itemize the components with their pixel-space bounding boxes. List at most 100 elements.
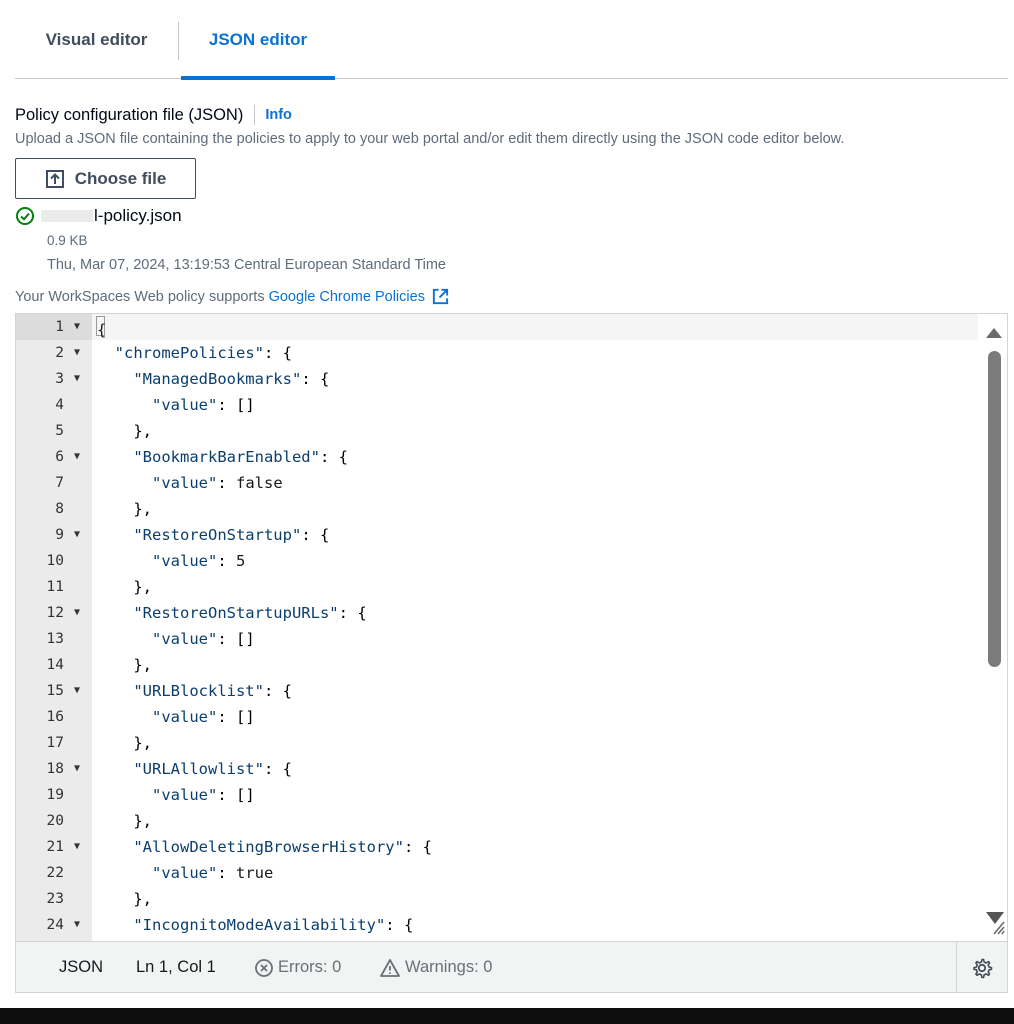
line-number-text: 1 bbox=[55, 319, 64, 335]
check-circle-icon bbox=[16, 207, 34, 225]
external-link-icon[interactable] bbox=[431, 287, 450, 306]
scroll-up-arrow-icon[interactable] bbox=[986, 328, 1002, 338]
code-line: }, bbox=[133, 656, 153, 674]
line-number: 24 ▼ bbox=[16, 912, 92, 938]
code-line: "RestoreOnStartup": { bbox=[133, 526, 330, 544]
line-number: 10 bbox=[16, 548, 92, 574]
line-number-text: 10 bbox=[46, 553, 64, 569]
file-size: 0.9 KB bbox=[47, 233, 88, 248]
line-number-text: 6 bbox=[55, 449, 64, 465]
fold-arrow-icon[interactable]: ▼ bbox=[74, 340, 80, 366]
code-line: "value": [] bbox=[152, 630, 255, 648]
line-number-text: 21 bbox=[46, 839, 64, 855]
fold-arrow-icon[interactable]: ▼ bbox=[74, 314, 80, 340]
resize-handle-icon[interactable] bbox=[984, 910, 1006, 936]
fold-arrow-icon[interactable]: ▼ bbox=[74, 678, 80, 704]
line-number: 17 bbox=[16, 730, 92, 756]
info-link[interactable]: Info bbox=[265, 107, 292, 123]
tab-visual-editor[interactable]: Visual editor bbox=[15, 0, 178, 79]
tab-divider bbox=[178, 22, 179, 60]
line-number: 6 ▼ bbox=[16, 444, 92, 470]
code-line: "value": [] bbox=[152, 396, 255, 414]
code-line: "ManagedBookmarks": { bbox=[133, 370, 330, 388]
code-area[interactable]: { "chromePolicies": { "ManagedBookmarks"… bbox=[92, 314, 978, 941]
status-warnings[interactable]: Warnings: 0 bbox=[379, 958, 492, 978]
code-line: "value": [] bbox=[152, 708, 255, 726]
code-line: }, bbox=[133, 500, 153, 518]
bracket-match-box: { bbox=[96, 316, 106, 339]
field-label: Policy configuration file (JSON) Info bbox=[15, 105, 292, 125]
active-line-highlight bbox=[92, 314, 978, 340]
code-line: }, bbox=[133, 578, 153, 596]
line-number-text: 23 bbox=[46, 891, 64, 907]
supports-text: Your WorkSpaces Web policy supports Goog… bbox=[15, 287, 450, 306]
line-number-text: 16 bbox=[46, 709, 64, 725]
line-number: 20 bbox=[16, 808, 92, 834]
code-line: "BookmarkBarEnabled": { bbox=[133, 448, 348, 466]
line-number-text: 2 bbox=[55, 345, 64, 361]
warning-triangle-icon bbox=[380, 958, 400, 977]
line-number-text: 3 bbox=[55, 371, 64, 387]
choose-file-label: Choose file bbox=[74, 168, 167, 188]
line-number: 4 bbox=[16, 392, 92, 418]
line-number: 15 ▼ bbox=[16, 678, 92, 704]
chrome-policies-link[interactable]: Google Chrome Policies bbox=[269, 289, 425, 305]
line-number: 22 bbox=[16, 860, 92, 886]
line-number-text: 15 bbox=[46, 683, 64, 699]
line-number-gutter: 1 ▼ 2 ▼ 3 ▼ 4 5 6 ▼ 7 8 9 ▼ 10 11 12 ▼ 13 14 15 ▼ 16 17 18 ▼ 19 20 2… bbox=[16, 314, 92, 941]
upload-icon bbox=[45, 169, 64, 188]
code-line: "IncognitoModeAvailability": { bbox=[133, 916, 414, 934]
line-number: 3 ▼ bbox=[16, 366, 92, 392]
line-number: 1 ▼ bbox=[16, 314, 92, 340]
line-number-text: 5 bbox=[55, 423, 64, 439]
fold-arrow-icon[interactable]: ▼ bbox=[74, 834, 80, 860]
code-line: }, bbox=[133, 812, 153, 830]
line-number: 2 ▼ bbox=[16, 340, 92, 366]
fold-arrow-icon[interactable]: ▼ bbox=[74, 444, 80, 470]
bottom-dark-strip bbox=[0, 1008, 1014, 1024]
fold-arrow-icon[interactable]: ▼ bbox=[74, 522, 80, 548]
fold-arrow-icon[interactable]: ▼ bbox=[74, 366, 80, 392]
code-line: "URLBlocklist": { bbox=[133, 682, 293, 700]
choose-file-button[interactable]: Choose file bbox=[15, 158, 196, 199]
file-token: l-policy.json bbox=[15, 206, 182, 226]
line-number: 9 ▼ bbox=[16, 522, 92, 548]
code-line: "value": [] bbox=[152, 786, 255, 804]
error-circle-icon bbox=[255, 958, 273, 977]
line-number: 21 ▼ bbox=[16, 834, 92, 860]
scroll-thumb[interactable] bbox=[988, 351, 1001, 667]
line-number-text: 14 bbox=[46, 657, 64, 673]
field-description: Upload a JSON file containing the polici… bbox=[15, 131, 845, 147]
line-number-text: 11 bbox=[46, 579, 64, 595]
code-line: }, bbox=[133, 422, 153, 440]
fold-arrow-icon[interactable]: ▼ bbox=[74, 912, 80, 938]
line-number: 8 bbox=[16, 496, 92, 522]
status-errors-label: Errors: 0 bbox=[278, 958, 342, 976]
line-number: 11 bbox=[16, 574, 92, 600]
line-number-text: 18 bbox=[46, 761, 64, 777]
line-number: 18 ▼ bbox=[16, 756, 92, 782]
line-number: 12 ▼ bbox=[16, 600, 92, 626]
line-number-text: 24 bbox=[46, 917, 64, 933]
line-number: 19 bbox=[16, 782, 92, 808]
editor-tabs: Visual editor JSON editor bbox=[15, 0, 1008, 80]
json-code-editor[interactable]: 1 ▼ 2 ▼ 3 ▼ 4 5 6 ▼ 7 8 9 ▼ 10 11 12 ▼ 13 14 15 ▼ 16 17 18 ▼ 19 20 2… bbox=[15, 313, 1008, 993]
tab-json-editor[interactable]: JSON editor bbox=[181, 0, 335, 80]
redacted-filename bbox=[41, 210, 93, 222]
code-line: "value": false bbox=[152, 474, 283, 492]
code-line: "RestoreOnStartupURLs": { bbox=[133, 604, 367, 622]
status-language: JSON bbox=[59, 958, 104, 976]
vertical-scrollbar[interactable] bbox=[979, 314, 1007, 941]
line-number-text: 12 bbox=[46, 605, 64, 621]
gear-icon[interactable] bbox=[971, 957, 993, 979]
status-errors[interactable]: Errors: 0 bbox=[254, 958, 341, 978]
line-number-text: 9 bbox=[55, 527, 64, 543]
file-date: Thu, Mar 07, 2024, 13:19:53 Central Euro… bbox=[47, 257, 446, 273]
fold-arrow-icon[interactable]: ▼ bbox=[74, 600, 80, 626]
status-cursor-position: Ln 1, Col 1 bbox=[136, 958, 216, 976]
code-line: "value": 5 bbox=[152, 552, 246, 570]
fold-arrow-icon[interactable]: ▼ bbox=[74, 756, 80, 782]
line-number-text: 17 bbox=[46, 735, 64, 751]
line-number: 5 bbox=[16, 418, 92, 444]
line-number-text: 7 bbox=[55, 475, 64, 491]
